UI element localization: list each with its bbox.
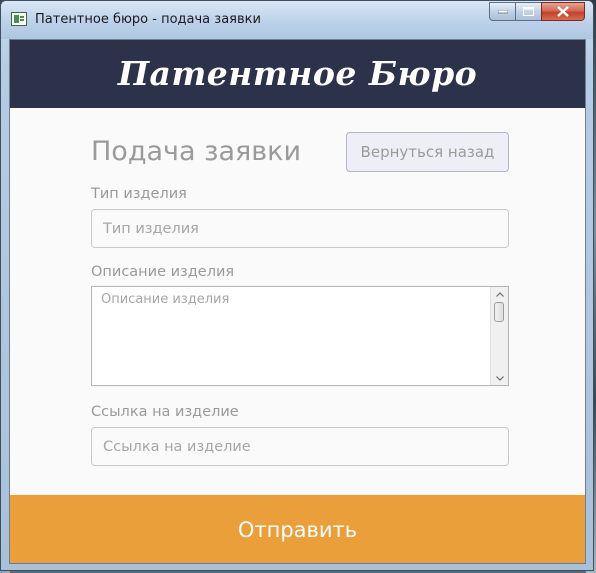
chevron-up-icon <box>495 291 504 297</box>
link-label: Ссылка на изделие <box>91 404 239 420</box>
window-title: Патентное бюро - подача заявки <box>35 12 261 27</box>
application-window: Патентное бюро - подача заявки Патентное… <box>0 0 594 571</box>
maximize-icon <box>523 7 534 16</box>
close-icon <box>557 6 569 17</box>
brand-title: Патентное Бюро <box>117 53 478 93</box>
type-label: Тип изделия <box>91 186 187 202</box>
description-label: Описание изделия <box>91 264 235 280</box>
submit-button[interactable]: Отправить <box>10 495 585 563</box>
chevron-down-icon <box>495 375 504 381</box>
type-input[interactable] <box>91 209 509 248</box>
back-button[interactable]: Вернуться назад <box>346 132 509 172</box>
title-bar[interactable]: Патентное бюро - подача заявки <box>1 1 593 39</box>
scroll-thumb[interactable] <box>494 302 504 322</box>
description-scrollbar[interactable] <box>490 287 508 385</box>
minimize-icon <box>497 9 508 13</box>
window-controls <box>489 2 585 22</box>
minimize-button[interactable] <box>489 2 515 21</box>
brand-header: Патентное Бюро <box>10 40 585 108</box>
description-textarea[interactable] <box>92 287 490 385</box>
form-title: Подача заявки <box>91 136 302 167</box>
maximize-button[interactable] <box>515 2 541 21</box>
description-field <box>91 286 509 386</box>
scroll-up-button[interactable] <box>491 288 508 300</box>
scroll-down-button[interactable] <box>491 372 508 384</box>
window-content: Патентное Бюро Подача заявки Вернуться н… <box>9 39 586 564</box>
app-icon[interactable] <box>11 12 27 26</box>
link-input[interactable] <box>91 427 509 466</box>
close-button[interactable] <box>541 2 585 21</box>
